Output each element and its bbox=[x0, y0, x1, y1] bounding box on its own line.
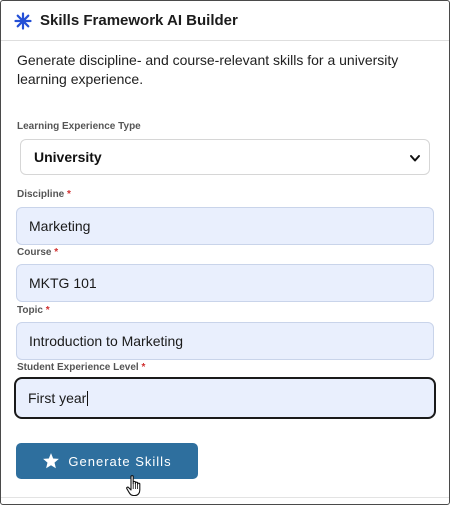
required-mark: * bbox=[54, 247, 59, 258]
topic-value: Introduction to Marketing bbox=[29, 333, 184, 349]
student-level-input[interactable]: First year bbox=[14, 377, 436, 419]
student-level-value: First year bbox=[28, 390, 87, 406]
discipline-label: Discipline * bbox=[17, 189, 71, 200]
divider bbox=[1, 497, 449, 498]
topic-input[interactable]: Introduction to Marketing bbox=[16, 322, 434, 360]
student-level-label-text: Student Experience Level bbox=[17, 362, 139, 373]
chevron-down-icon bbox=[409, 151, 421, 163]
app-panel: Skills Framework AI Builder Generate dis… bbox=[0, 0, 450, 505]
required-mark: * bbox=[67, 189, 71, 200]
experience-type-select[interactable]: University bbox=[20, 139, 430, 175]
discipline-label-text: Discipline bbox=[17, 189, 65, 200]
generate-skills-label: Generate Skills bbox=[68, 453, 172, 469]
hand-pointer-icon bbox=[126, 475, 141, 497]
app-header: Skills Framework AI Builder bbox=[1, 1, 449, 41]
experience-type-value: University bbox=[34, 149, 102, 165]
topic-label: Topic * bbox=[17, 305, 50, 316]
generate-skills-button[interactable]: Generate Skills bbox=[16, 443, 198, 479]
student-level-label: Student Experience Level * bbox=[17, 362, 145, 373]
page-description: Generate discipline- and course-relevant… bbox=[17, 52, 399, 87]
discipline-input[interactable]: Marketing bbox=[16, 207, 434, 245]
required-mark: * bbox=[141, 362, 146, 373]
experience-type-label-text: Learning Experience Type bbox=[17, 121, 141, 132]
required-mark: * bbox=[45, 305, 50, 316]
topic-label-text: Topic bbox=[17, 305, 43, 316]
app-title: Skills Framework AI Builder bbox=[40, 12, 238, 29]
star-icon bbox=[43, 453, 60, 469]
course-label-text: Course bbox=[17, 247, 52, 258]
sparkle-icon bbox=[14, 11, 32, 30]
course-value: MKTG 101 bbox=[29, 275, 97, 291]
experience-type-label: Learning Experience Type bbox=[17, 121, 141, 132]
course-label: Course * bbox=[17, 247, 58, 258]
discipline-value: Marketing bbox=[29, 218, 91, 234]
text-caret bbox=[87, 390, 89, 406]
course-input[interactable]: MKTG 101 bbox=[16, 264, 434, 302]
